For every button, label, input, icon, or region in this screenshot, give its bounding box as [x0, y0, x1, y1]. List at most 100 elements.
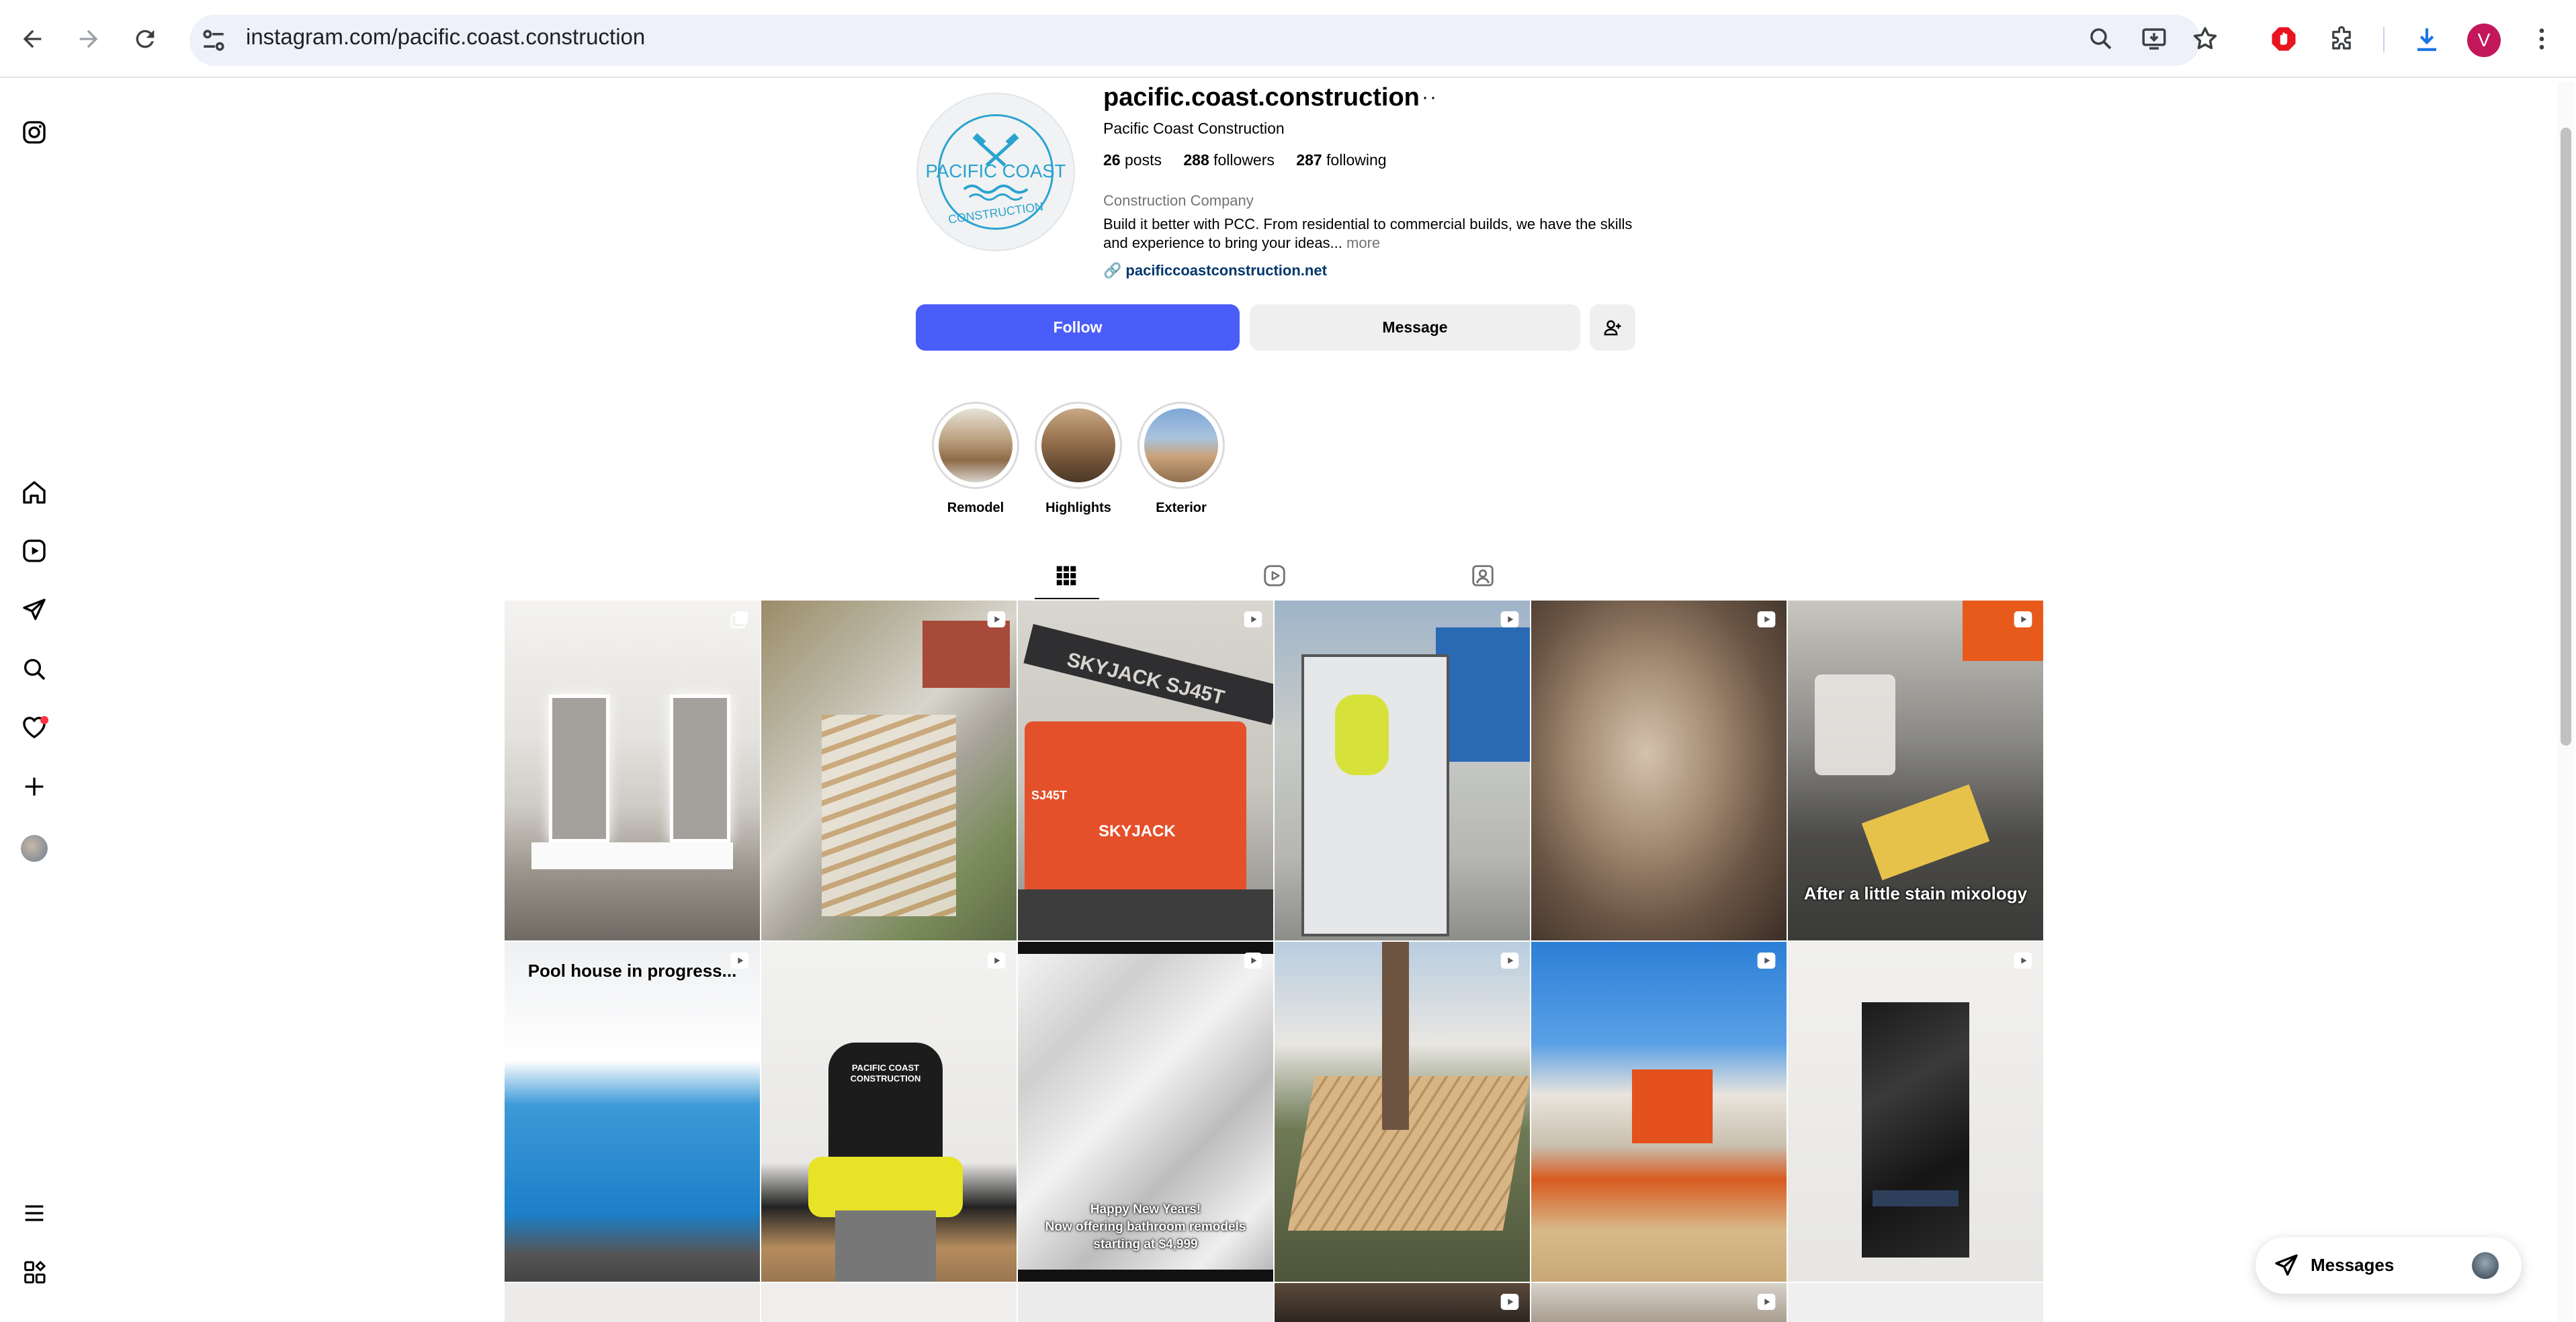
- highlight-ring: [1137, 402, 1225, 489]
- forward-button[interactable]: [70, 20, 108, 58]
- downloads-icon[interactable]: [2411, 23, 2443, 55]
- more-menu-icon[interactable]: [19, 1198, 50, 1229]
- highlight-ring: [1035, 402, 1122, 489]
- mixing-cup: [1815, 674, 1895, 775]
- fireplace-wall: [1862, 1002, 1969, 1258]
- post-tile[interactable]: Pool house in progress...: [505, 942, 760, 1282]
- following-stat[interactable]: 287 following: [1296, 151, 1386, 169]
- highlight-remodel[interactable]: Remodel: [932, 402, 1019, 516]
- mirror-left: [549, 695, 609, 842]
- link-icon: 🔗: [1103, 262, 1122, 279]
- reel-icon: [987, 611, 1006, 627]
- tab-tagged[interactable]: [1465, 561, 1500, 590]
- post-tile[interactable]: [761, 601, 1017, 940]
- shirt-text: PACIFIC COAST CONSTRUCTION: [850, 1063, 921, 1084]
- profile-avatar-icon[interactable]: [21, 835, 48, 862]
- post-tile[interactable]: [1531, 942, 1787, 1282]
- post-tile[interactable]: Happy New Years! Now offering bathroom r…: [1018, 942, 1273, 1282]
- post-tile[interactable]: [1275, 942, 1530, 1282]
- profile-picture[interactable]: PACIFIC COAST CONSTRUCTION: [916, 93, 1075, 251]
- messages-icon[interactable]: [19, 594, 50, 625]
- post-tile[interactable]: PACIFIC COAST CONSTRUCTION: [761, 942, 1017, 1282]
- back-button[interactable]: [13, 20, 51, 58]
- post-tile[interactable]: SKYJACK SKYJACK SJ45T SJ45T: [1018, 601, 1273, 940]
- extensions-puzzle-icon[interactable]: [2325, 23, 2358, 55]
- svg-text:PACIFIC COAST: PACIFIC COAST: [926, 161, 1066, 181]
- home-icon[interactable]: [19, 477, 50, 508]
- highlight-cover: [1041, 408, 1115, 482]
- reel-icon: [1757, 611, 1776, 627]
- also-from-meta-icon[interactable]: [19, 1257, 50, 1288]
- adblock-extension-icon[interactable]: [2268, 23, 2300, 55]
- post-tile[interactable]: [761, 1283, 1017, 1322]
- company-logo: PACIFIC COAST CONSTRUCTION: [926, 114, 1066, 230]
- profile-options-button[interactable]: ···: [1414, 86, 1438, 109]
- search-icon[interactable]: [19, 654, 50, 685]
- profile-category: Construction Company: [1103, 192, 1254, 209]
- browser-profile-avatar[interactable]: V: [2467, 24, 2501, 57]
- reload-icon: [136, 30, 155, 48]
- post-tile[interactable]: [1275, 1283, 1530, 1322]
- post-tile[interactable]: [1788, 942, 2043, 1282]
- scrollbar-thumb[interactable]: [2561, 128, 2571, 746]
- profile-website-link[interactable]: 🔗 pacificcoastconstruction.net: [1103, 262, 1327, 279]
- post-caption: Happy New Years! Now offering bathroom r…: [1045, 1202, 1246, 1251]
- reload-button[interactable]: [126, 20, 164, 58]
- active-tab-indicator: [1035, 598, 1099, 599]
- messages-label: Messages: [2311, 1255, 2395, 1275]
- suggested-accounts-button[interactable]: [1590, 304, 1635, 351]
- url-text[interactable]: instagram.com/pacific.coast.construction: [246, 24, 645, 50]
- highlight-exterior[interactable]: Exterior: [1137, 402, 1225, 516]
- lift-base: [1018, 889, 1273, 940]
- site-info-icon[interactable]: [199, 26, 228, 55]
- reel-icon: [2014, 611, 2032, 627]
- reels-icon[interactable]: [19, 535, 50, 566]
- messages-dock[interactable]: Messages: [2256, 1237, 2522, 1294]
- post-tile[interactable]: [505, 1283, 760, 1322]
- message-button[interactable]: Message: [1250, 304, 1580, 351]
- post-tile[interactable]: After a little stain mixology: [1788, 601, 2043, 940]
- reel-icon: [2014, 953, 2032, 969]
- profile-stats: 26 posts 288 followers 287 following: [1103, 151, 1404, 169]
- followers-stat[interactable]: 288 followers: [1183, 151, 1275, 169]
- profile-bio: Build it better with PCC. From residenti…: [1103, 215, 1641, 253]
- post-tile[interactable]: [1531, 1283, 1787, 1322]
- posts-grid-icon: [1056, 566, 1076, 586]
- post-tile[interactable]: [1788, 1283, 2043, 1322]
- lift-brand-text: SKYJACK: [1099, 822, 1176, 840]
- highlight-cover: [1144, 408, 1218, 482]
- reel-icon: [1500, 1294, 1519, 1310]
- vanity-counter: [531, 842, 733, 869]
- bio-more-link[interactable]: more: [1346, 234, 1380, 251]
- reel-icon: [1500, 611, 1519, 627]
- reel-icon: [1757, 1294, 1776, 1310]
- yellow-rag: [1861, 784, 1990, 881]
- instagram-logo-icon[interactable]: [19, 117, 50, 148]
- tab-posts[interactable]: [1049, 561, 1084, 590]
- carousel-icon: [730, 611, 748, 629]
- reel-icon: [730, 953, 749, 969]
- yellow-jacket: [808, 1157, 963, 1217]
- bookmark-star-icon[interactable]: [2189, 23, 2221, 55]
- follow-button[interactable]: Follow: [916, 304, 1240, 351]
- post-tile[interactable]: [1275, 601, 1530, 940]
- highlight-cover: [939, 408, 1013, 482]
- safety-vest: [1335, 695, 1389, 775]
- profile-full-name: Pacific Coast Construction: [1103, 120, 1285, 137]
- website-text[interactable]: pacificcoastconstruction.net: [1125, 262, 1327, 279]
- post-tile[interactable]: [1531, 601, 1787, 940]
- reel-icon: [1757, 953, 1776, 969]
- tab-reels[interactable]: [1257, 561, 1292, 590]
- highlight-highlights[interactable]: Highlights: [1035, 402, 1122, 516]
- profile-username: pacific.coast.construction: [1103, 83, 1420, 112]
- install-app-icon[interactable]: [2138, 23, 2170, 55]
- zoom-icon[interactable]: [2085, 23, 2117, 55]
- posts-grid: SKYJACK SKYJACK SJ45T SJ45T After a litt…: [505, 601, 2045, 1322]
- toolbar-divider: [2383, 27, 2385, 52]
- framing: [822, 715, 956, 916]
- messages-avatar: [2472, 1252, 2499, 1279]
- post-tile[interactable]: [505, 601, 760, 940]
- browser-menu-icon[interactable]: [2526, 23, 2558, 55]
- create-icon[interactable]: [19, 771, 50, 802]
- post-tile[interactable]: [1018, 1283, 1273, 1322]
